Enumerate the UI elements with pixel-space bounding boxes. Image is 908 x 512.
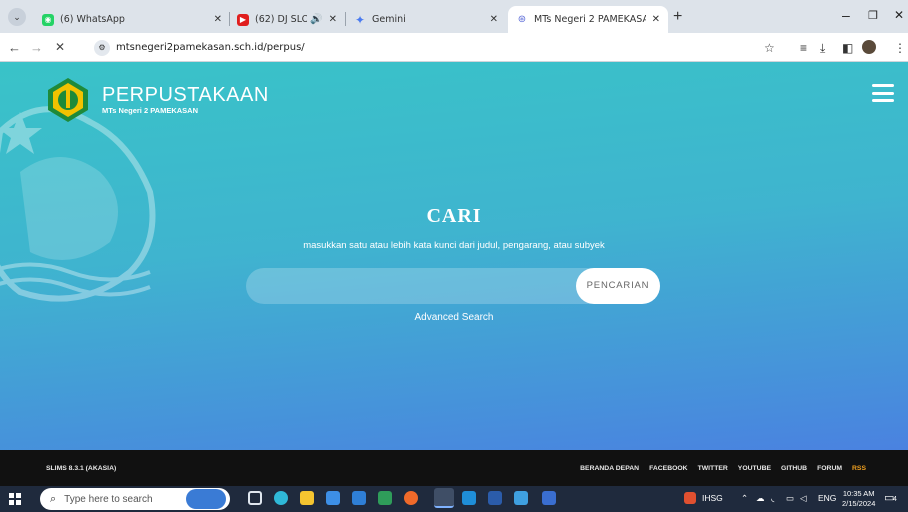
whatsapp-icon: ◉ xyxy=(42,13,54,26)
kemenag-logo-icon xyxy=(48,78,88,122)
edge-browser-icon[interactable] xyxy=(274,491,288,505)
download-icon[interactable]: ⤓ xyxy=(820,41,825,56)
restore-icon[interactable]: ❐ xyxy=(868,9,878,22)
footer-link-youtube[interactable]: YOUTUBE xyxy=(738,465,771,472)
clock-date: 2/15/2024 xyxy=(842,499,876,508)
clock[interactable]: 10:35 AM 2/15/2024 xyxy=(842,489,875,509)
youtube-icon: ▶ xyxy=(237,13,249,26)
file-explorer-icon[interactable] xyxy=(300,491,314,505)
tab-gemini[interactable]: ✦ Gemini ✕ xyxy=(346,6,506,33)
address-bar: ← → ✕ ⚙ mtsnegeri2pamekasan.sch.id/perpu… xyxy=(0,33,908,62)
tab-search-icon[interactable]: ⌄ xyxy=(8,8,26,26)
footer-link-facebook[interactable]: FACEBOOK xyxy=(649,465,688,472)
tab-title: MTs Negeri 2 PAMEKASAN | PERPUSTAKAAN xyxy=(534,14,646,25)
page-footer: SLIMS 8.3.1 (AKASIA) BERANDA DEPAN FACEB… xyxy=(0,450,908,486)
bookmark-star-icon[interactable]: ☆ xyxy=(764,41,775,55)
mail-icon[interactable] xyxy=(352,491,366,505)
speaker-icon[interactable]: 🔊 xyxy=(310,14,322,25)
url-text: mtsnegeri2pamekasan.sch.id/perpus/ xyxy=(116,42,305,53)
tab-perpustakaan[interactable]: ⊛ MTs Negeri 2 PAMEKASAN | PERPUSTAKAAN … xyxy=(508,6,668,33)
footer-link-rss[interactable]: RSS xyxy=(852,465,866,472)
library-icon: ⊛ xyxy=(517,14,527,25)
footer-link-github[interactable]: GITHUB xyxy=(781,465,807,472)
onedrive-icon[interactable]: ☁ xyxy=(756,493,765,504)
close-icon[interactable]: ✕ xyxy=(329,14,337,25)
windows-start-icon[interactable] xyxy=(9,493,21,505)
chevron-up-icon[interactable]: ⌃ xyxy=(741,493,748,504)
footer-links: BERANDA DEPAN FACEBOOK TWITTER YOUTUBE G… xyxy=(580,465,866,472)
zoom-icon[interactable] xyxy=(462,491,476,505)
back-icon[interactable]: ← xyxy=(8,40,21,55)
footer-link-home[interactable]: BERANDA DEPAN xyxy=(580,465,639,472)
store-icon[interactable] xyxy=(326,491,340,505)
keyword-search-input[interactable] xyxy=(246,268,578,304)
stock-ticker-icon[interactable] xyxy=(684,492,696,504)
volume-icon[interactable]: ◁ xyxy=(800,493,807,504)
reading-list-icon[interactable]: ≡ xyxy=(800,41,807,55)
tab-title: (6) WhatsApp xyxy=(60,14,125,25)
forward-icon[interactable]: → xyxy=(30,40,43,55)
slims-version: SLIMS 8.3.1 (AKASIA) xyxy=(46,465,117,472)
stock-ticker-label[interactable]: IHSG xyxy=(702,493,723,503)
advanced-search-link[interactable]: Advanced Search xyxy=(0,312,908,323)
tab-title: (62) DJ SLOWBASS TERBARU xyxy=(255,14,308,25)
gemini-icon: ✦ xyxy=(354,12,366,27)
search-form: PENCARIAN xyxy=(246,268,660,304)
close-icon[interactable]: ✕ xyxy=(490,14,498,25)
url-field[interactable]: ⚙ mtsnegeri2pamekasan.sch.id/perpus/ xyxy=(90,37,790,58)
search-icon: ⌕ xyxy=(50,492,57,505)
menu-kebab-icon[interactable]: ⋮ xyxy=(894,41,906,55)
close-icon[interactable]: ✕ xyxy=(652,14,660,25)
footer-link-forum[interactable]: FORUM xyxy=(817,465,842,472)
app-icon[interactable] xyxy=(378,491,392,505)
firefox-icon[interactable] xyxy=(404,491,418,505)
windows-taskbar: ⌕ Type here to search IHSG ⌃ ☁ ◟ ▭ ◁ ENG… xyxy=(0,486,908,512)
word-icon[interactable] xyxy=(488,491,502,505)
profile-avatar[interactable] xyxy=(862,40,876,54)
tab-youtube[interactable]: ▶ (62) DJ SLOWBASS TERBARU 🔊 ✕ xyxy=(229,6,345,33)
language-indicator[interactable]: ENG xyxy=(818,493,836,503)
minimize-icon[interactable]: – xyxy=(842,7,850,23)
close-window-icon[interactable]: ✕ xyxy=(894,8,904,22)
search-button[interactable]: PENCARIAN xyxy=(576,268,660,304)
tab-whatsapp[interactable]: ◉ (6) WhatsApp ✕ xyxy=(34,6,230,33)
school-name: MTs Negeri 2 PAMEKASAN xyxy=(102,106,198,115)
battery-icon[interactable]: ▭ xyxy=(786,493,794,504)
wifi-icon[interactable]: ◟ xyxy=(771,493,774,504)
clock-time: 10:35 AM xyxy=(842,489,875,498)
chrome-icon[interactable] xyxy=(434,488,454,508)
task-view-icon[interactable] xyxy=(248,491,262,505)
footer-link-twitter[interactable]: TWITTER xyxy=(698,465,728,472)
close-icon[interactable]: ✕ xyxy=(214,14,222,25)
browser-tab-bar: ⌄ ◉ (6) WhatsApp ✕ ▶ (62) DJ SLOWBASS TE… xyxy=(0,0,908,33)
app-icon[interactable] xyxy=(542,491,556,505)
new-tab-button[interactable]: + xyxy=(673,8,682,26)
notification-count: 4 xyxy=(893,496,897,503)
site-brand[interactable]: PERPUSTAKAAN MTs Negeri 2 PAMEKASAN xyxy=(44,76,269,124)
stop-loading-icon[interactable]: ✕ xyxy=(55,40,65,54)
notification-icon[interactable]: ▭ 4 xyxy=(884,491,900,507)
photos-icon[interactable] xyxy=(514,491,528,505)
search-heading: CARI xyxy=(426,205,482,227)
sidebar-icon[interactable]: ◧ xyxy=(842,41,853,55)
site-info-icon[interactable]: ⚙ xyxy=(94,39,110,56)
page-title: PERPUSTAKAAN xyxy=(102,84,269,106)
weather-widget-icon[interactable] xyxy=(186,489,226,509)
hamburger-menu-icon[interactable] xyxy=(872,84,894,102)
taskbar-search-placeholder: Type here to search xyxy=(64,493,153,505)
library-page: PERPUSTAKAAN MTs Negeri 2 PAMEKASAN CARI… xyxy=(0,62,908,450)
tab-title: Gemini xyxy=(372,14,406,25)
search-hint: masukkan satu atau lebih kata kunci dari… xyxy=(303,240,605,251)
